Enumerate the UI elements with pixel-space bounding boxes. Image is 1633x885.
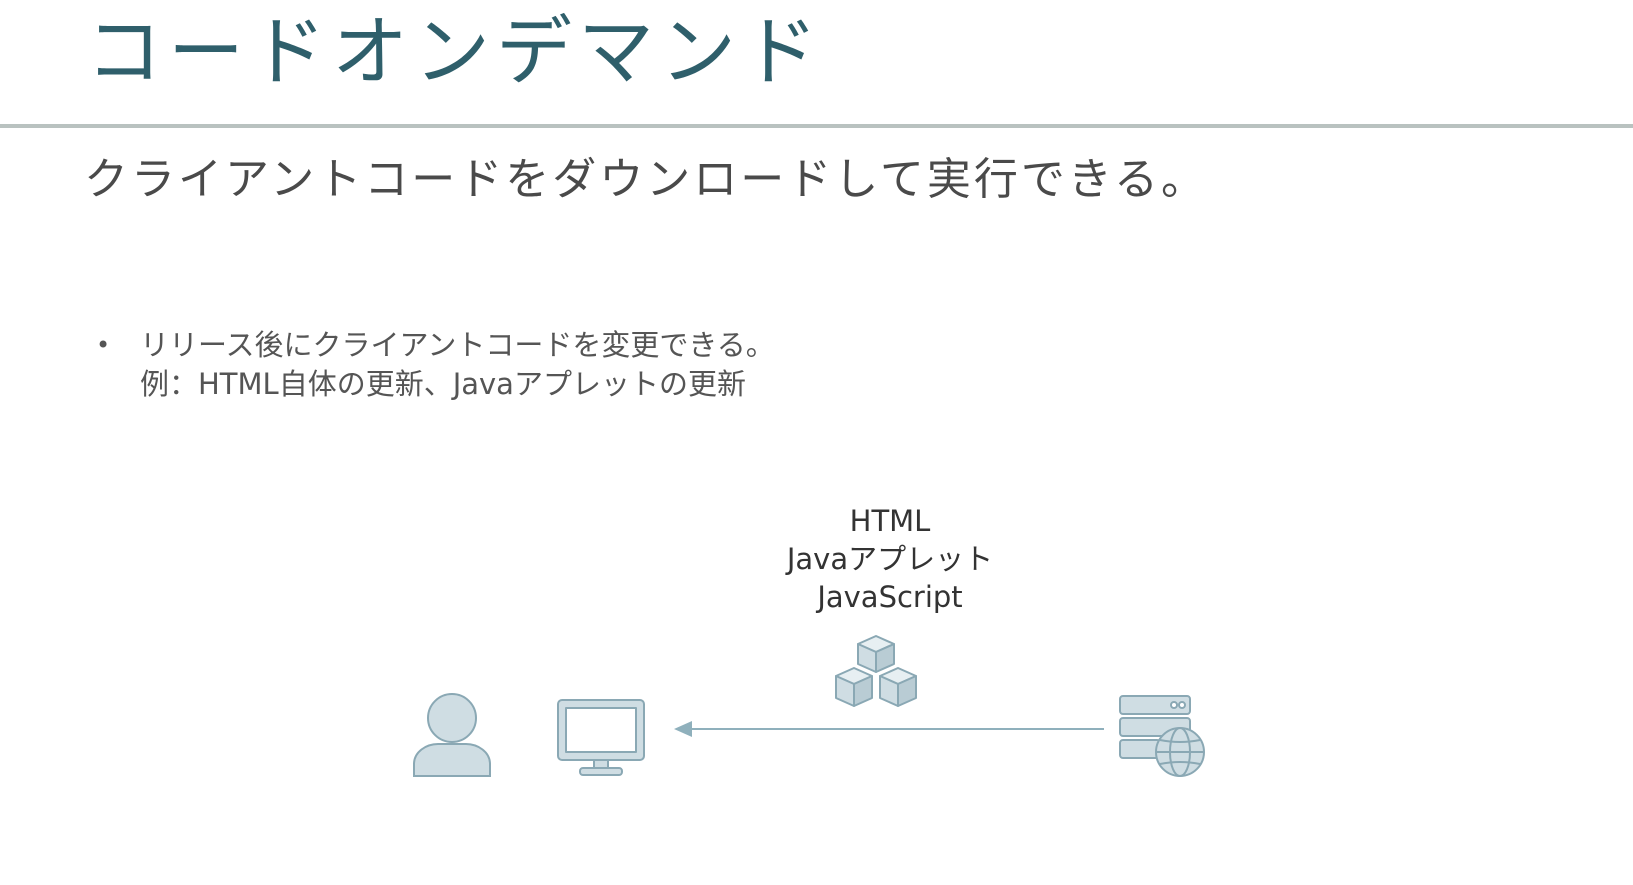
- bullet-item-line2: 例：HTML自体の更新、Javaアプレットの更新: [140, 367, 746, 401]
- web-server-icon: [1119, 695, 1205, 777]
- payload-label-javascript: JavaScript: [817, 580, 963, 614]
- slide-subtitle: クライアントコードをダウンロードして実行できる。: [84, 154, 1209, 205]
- title-divider: [0, 124, 1633, 128]
- bullet-item-line1: リリース後にクライアントコードを変更できる。: [140, 328, 775, 362]
- monitor-icon: [557, 699, 645, 776]
- payload-labels: HTML Javaアプレット JavaScript: [730, 502, 1050, 616]
- payload-label-html: HTML: [849, 504, 931, 538]
- download-arrow: [674, 721, 1104, 737]
- payload-label-java-applet: Javaアプレット: [786, 542, 994, 576]
- user-icon: [413, 693, 491, 777]
- code-blocks-icon: [835, 635, 917, 707]
- bullet-dot: •: [96, 331, 111, 359]
- slide: コードオンデマンド クライアントコードをダウンロードして実行できる。 • リリー…: [0, 0, 1633, 885]
- slide-title: コードオンデマンド: [86, 7, 824, 96]
